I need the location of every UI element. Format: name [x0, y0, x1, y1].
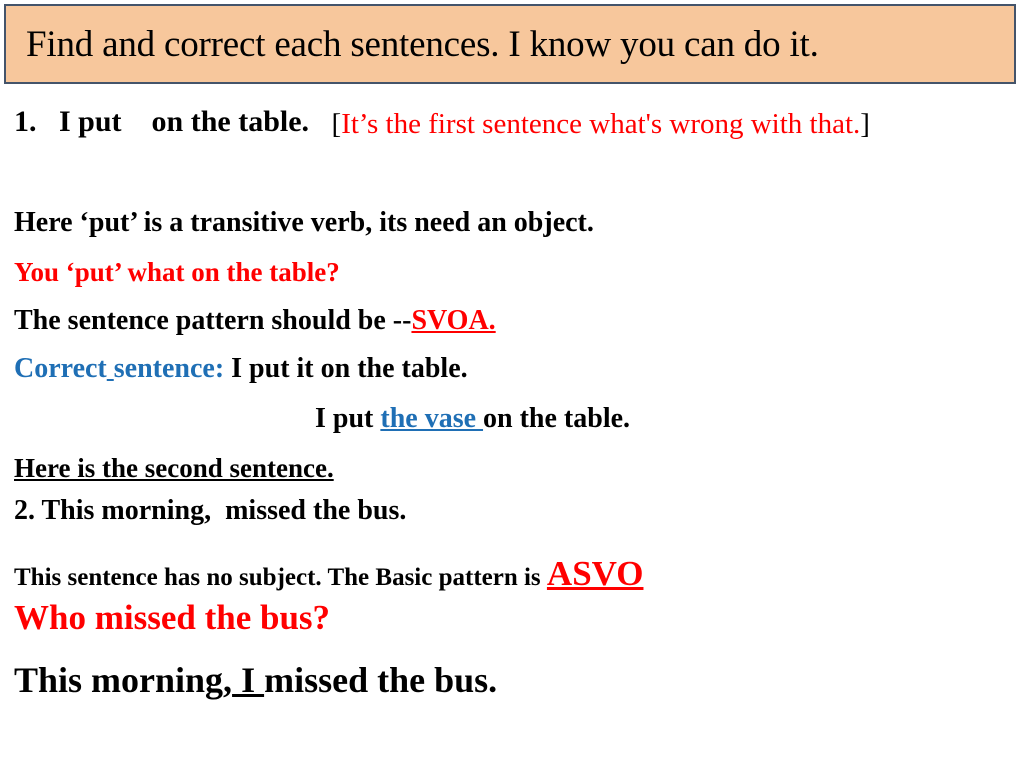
item-1-note: [It’s the first sentence what's wrong wi… — [332, 106, 912, 143]
correct-sentence-text: I put it on the table. — [224, 353, 468, 384]
correct-label-underlined-space — [107, 353, 114, 384]
no-subject-prefix: This sentence has no subject. The Basic … — [14, 564, 547, 591]
slide-canvas: Find and correct each sentences. I know … — [0, 0, 1024, 768]
correct-label-word: Correct — [14, 353, 107, 384]
answer-subject-highlight: I — [232, 660, 265, 700]
vase-prefix: I put — [315, 403, 381, 434]
explanation-no-subject: This sentence has no subject. The Basic … — [14, 554, 644, 593]
note-text: It’s the first sentence what's wrong wit… — [341, 108, 861, 140]
exercise-item-1: 1. I put on the table. [It’s the first s… — [14, 106, 1014, 143]
exercise-item-2: 2. This morning, missed the bus. — [14, 495, 407, 526]
answer-suffix: missed the bus. — [264, 660, 498, 700]
question-who-missed-bus: Who missed the bus? — [14, 598, 331, 637]
explanation-question-put: You ‘put’ what on the table? — [14, 257, 340, 287]
correct-sentence-line: Correct sentence: I put it on the table. — [14, 354, 468, 383]
explanation-sentence-pattern: The sentence pattern should be --SVOA. — [14, 306, 496, 335]
second-sentence-heading: Here is the second sentence. — [14, 453, 334, 483]
pattern-code-asvo: ASVO — [546, 554, 644, 593]
item-1-sentence: 1. I put on the table. — [14, 105, 332, 138]
correct-label-sentence: sentence: — [113, 353, 225, 384]
slide-body: 1. I put on the table. [It’s the first s… — [0, 92, 1024, 768]
slide-title-bar: Find and correct each sentences. I know … — [4, 4, 1016, 84]
note-open-bracket: [ — [331, 108, 342, 140]
corrected-sentence-item-2: This morning, I missed the bus. — [14, 660, 498, 700]
answer-prefix: This morning, — [14, 660, 233, 700]
slide-title: Find and correct each sentences. I know … — [26, 23, 819, 65]
pattern-prefix: The sentence pattern should be -- — [14, 305, 412, 336]
pattern-code-svoa: SVOA. — [411, 305, 496, 336]
correct-sentence-variant: I put the vase on the table. — [315, 404, 630, 433]
vase-suffix: on the table. — [483, 403, 631, 434]
vase-object-highlight: the vase — [380, 403, 484, 434]
note-close-bracket: ] — [860, 108, 870, 140]
explanation-transitive-verb: Here ‘put’ is a transitive verb, its nee… — [14, 207, 594, 238]
